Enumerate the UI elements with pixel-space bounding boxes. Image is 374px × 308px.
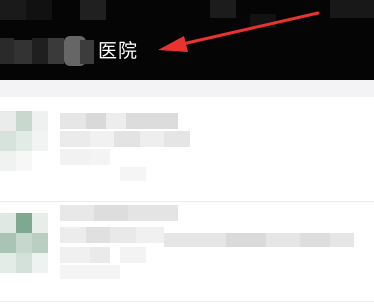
redacted-text	[60, 113, 86, 129]
redacted-text	[90, 131, 114, 147]
arrow-icon	[158, 11, 320, 52]
redacted-text	[126, 113, 178, 129]
redacted-text	[60, 227, 86, 243]
redacted-text	[226, 233, 266, 247]
redacted-text	[60, 247, 90, 263]
avatar	[0, 111, 48, 171]
avatar	[0, 213, 48, 273]
redacted-text	[94, 205, 128, 221]
redacted-text	[90, 247, 110, 263]
list-item[interactable]	[0, 97, 374, 197]
redacted-text	[60, 205, 94, 221]
redacted-text	[114, 131, 140, 147]
redacted-text	[140, 131, 164, 147]
divider	[0, 301, 374, 302]
screen: 医院	[0, 0, 374, 308]
redacted-text	[60, 265, 120, 279]
redacted-text	[164, 131, 190, 147]
redacted-text	[110, 227, 136, 243]
list-item[interactable]	[0, 203, 374, 303]
redacted-text	[120, 247, 146, 263]
redacted-text	[128, 205, 178, 221]
redacted-text	[60, 131, 90, 147]
redacted-text	[300, 233, 330, 247]
header-divider-strip	[0, 80, 374, 97]
redacted-text	[136, 227, 164, 243]
divider	[0, 201, 374, 202]
redacted-text	[120, 167, 146, 181]
conversation-list	[0, 97, 374, 308]
redacted-text	[90, 149, 110, 165]
redacted-text	[86, 113, 106, 129]
redacted-text	[86, 227, 110, 243]
redacted-text	[106, 113, 126, 129]
redacted-text	[60, 149, 90, 165]
